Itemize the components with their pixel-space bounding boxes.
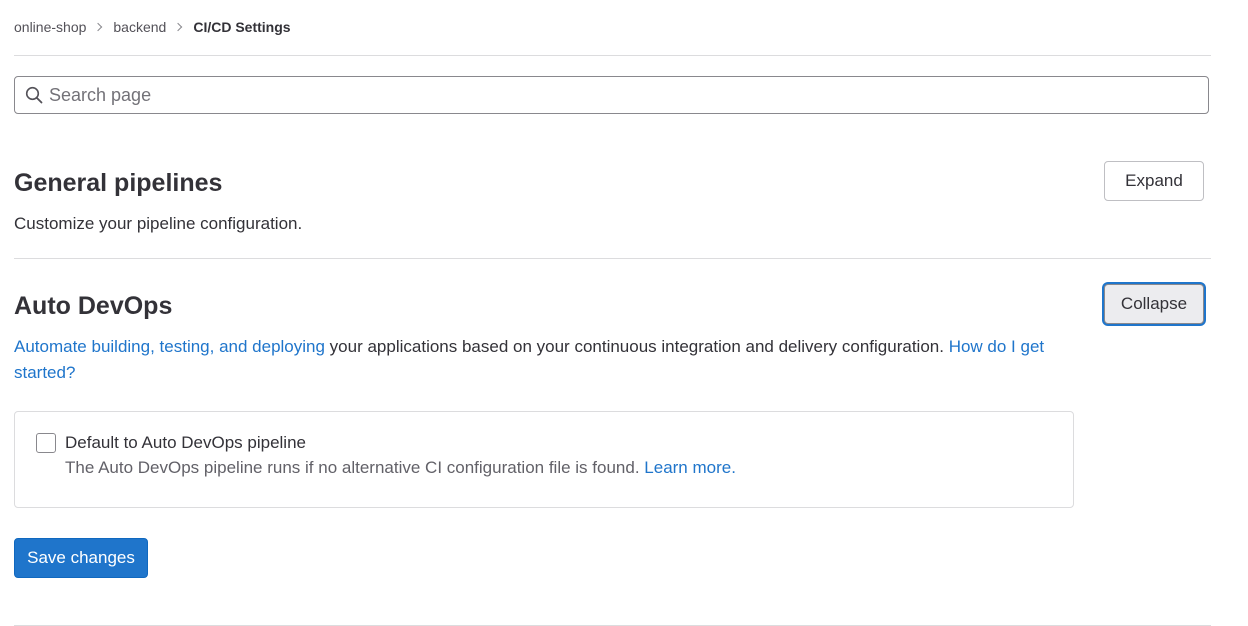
auto-devops-settings-box: Default to Auto DevOps pipeline The Auto… (14, 411, 1074, 508)
cicd-settings-page: online-shop backend CI/CD Settings Gener… (0, 0, 1248, 626)
collapse-button[interactable]: Collapse (1104, 284, 1204, 324)
learn-more-link[interactable]: Learn more. (644, 458, 736, 477)
chevron-right-icon (94, 22, 103, 32)
breadcrumb-item-online-shop[interactable]: online-shop (14, 19, 86, 35)
expand-button[interactable]: Expand (1104, 161, 1204, 201)
default-auto-devops-label[interactable]: Default to Auto DevOps pipeline (65, 431, 306, 455)
default-auto-devops-help: The Auto DevOps pipeline runs if no alte… (65, 456, 736, 480)
default-auto-devops-help-text: The Auto DevOps pipeline runs if no alte… (65, 458, 645, 477)
search-icon (25, 86, 43, 104)
auto-devops-title: Auto DevOps (14, 292, 173, 320)
save-changes-button[interactable]: Save changes (14, 538, 148, 578)
general-pipelines-description: Customize your pipeline configuration. (14, 214, 303, 233)
section-divider (14, 258, 1211, 259)
breadcrumb: online-shop backend CI/CD Settings (14, 17, 291, 37)
chevron-right-icon (174, 22, 183, 32)
header-divider (14, 55, 1211, 56)
breadcrumb-item-current: CI/CD Settings (193, 19, 291, 35)
default-auto-devops-checkbox[interactable] (36, 433, 56, 453)
automate-building-link[interactable]: Automate building, testing, and deployin… (14, 337, 325, 356)
search-box (14, 76, 1209, 114)
breadcrumb-item-backend[interactable]: backend (113, 19, 166, 35)
auto-devops-description-text: your applications based on your continuo… (324, 337, 949, 356)
general-pipelines-title: General pipelines (14, 169, 223, 197)
search-input[interactable] (49, 77, 1189, 113)
auto-devops-description: Automate building, testing, and deployin… (14, 334, 1074, 386)
